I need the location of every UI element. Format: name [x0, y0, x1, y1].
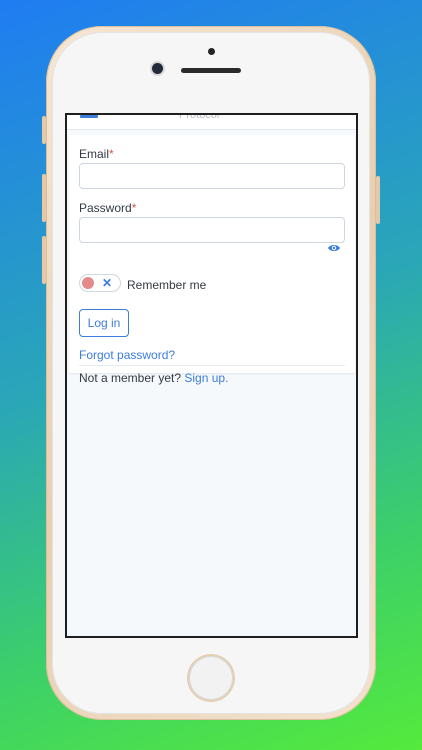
email-field[interactable]	[79, 163, 345, 189]
signup-prompt: Not a member yet? Sign up.	[79, 371, 228, 385]
remember-me-toggle[interactable]: ✕	[79, 274, 121, 292]
divider	[79, 365, 345, 366]
phone-volume-down	[42, 236, 46, 284]
phone-volume-up	[42, 174, 46, 222]
phone-power-button	[376, 176, 380, 224]
home-button[interactable]	[189, 656, 233, 700]
toggle-knob	[82, 277, 94, 289]
phone-mute-switch	[42, 116, 46, 144]
login-card: Email* Password* ✕ Remember me Log in Fo…	[69, 135, 355, 385]
forgot-password-link[interactable]: Forgot password?	[79, 348, 175, 362]
page-title: Protocol	[179, 113, 220, 121]
not-member-text: Not a member yet?	[79, 371, 182, 385]
login-button[interactable]: Log in	[79, 309, 129, 337]
close-icon: ✕	[102, 276, 113, 290]
password-field[interactable]	[79, 217, 345, 243]
hamburger-icon[interactable]	[80, 115, 98, 118]
eye-icon[interactable]	[327, 243, 341, 253]
email-label: Email*	[79, 147, 114, 161]
front-camera	[152, 63, 163, 74]
remember-me-label: Remember me	[127, 278, 207, 292]
earpiece-speaker	[181, 68, 241, 73]
proximity-sensor	[208, 48, 215, 55]
signup-link[interactable]: Sign up.	[184, 371, 228, 385]
required-mark: *	[109, 147, 114, 161]
app-screen: Protocol Email* Password* ✕ Remember me …	[65, 113, 358, 638]
required-mark: *	[131, 201, 137, 215]
top-bar: Protocol	[67, 115, 356, 130]
password-label: Password*	[79, 201, 137, 215]
